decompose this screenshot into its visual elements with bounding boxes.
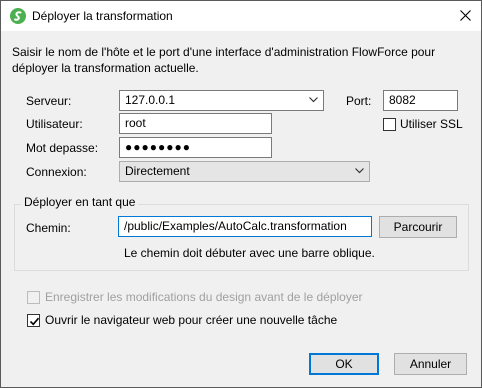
description-text: Saisir le nom de l'hôte et le port d'une… xyxy=(12,45,436,75)
chevron-down-icon xyxy=(309,97,318,103)
server-value: 127.0.0.1 xyxy=(125,93,176,107)
connection-label: Connexion: xyxy=(26,165,87,179)
altova-app-icon xyxy=(10,8,26,24)
connection-combobox[interactable]: Directement xyxy=(119,161,370,182)
chevron-down-icon xyxy=(355,168,364,174)
port-label: Port: xyxy=(346,94,372,108)
open-browser-label: Ouvrir le navigateur web pour créer une … xyxy=(45,313,338,327)
close-button[interactable] xyxy=(450,1,481,30)
user-label: Utilisateur: xyxy=(26,117,83,131)
checkmark-icon xyxy=(29,317,40,326)
window-title: Déployer la transformation xyxy=(32,9,173,23)
path-input[interactable]: /public/Examples/AutoCalc.transformation xyxy=(118,216,372,237)
path-hint-text: Le chemin doit débuter avec une barre ob… xyxy=(124,246,375,260)
server-combobox[interactable]: 127.0.0.1 xyxy=(119,90,324,111)
cancel-button[interactable]: Annuler xyxy=(394,353,467,375)
use-ssl-checkbox[interactable] xyxy=(383,118,396,131)
password-input[interactable]: ●●●●●●●● xyxy=(119,137,272,158)
user-input[interactable]: root xyxy=(119,113,272,134)
close-icon xyxy=(460,10,471,21)
password-label: Mot depasse: xyxy=(26,141,99,155)
deploy-as-group-title: Déployer en tant que xyxy=(21,195,139,209)
save-changes-label: Enregistrer les modifications du design … xyxy=(45,290,363,304)
connection-value: Directement xyxy=(125,164,190,178)
title-bar: Déployer la transformation xyxy=(1,1,481,31)
ok-button[interactable]: OK xyxy=(309,353,379,375)
deploy-dialog: Déployer la transformation Saisir le nom… xyxy=(0,0,482,388)
browse-button[interactable]: Parcourir xyxy=(379,216,457,238)
use-ssl-label: Utiliser SSL xyxy=(400,117,463,131)
server-label: Serveur: xyxy=(26,94,72,108)
path-label: Chemin: xyxy=(26,221,71,235)
open-browser-checkbox[interactable] xyxy=(27,314,40,327)
save-changes-checkbox[interactable] xyxy=(27,291,40,304)
port-input[interactable]: 8082 xyxy=(383,90,458,111)
